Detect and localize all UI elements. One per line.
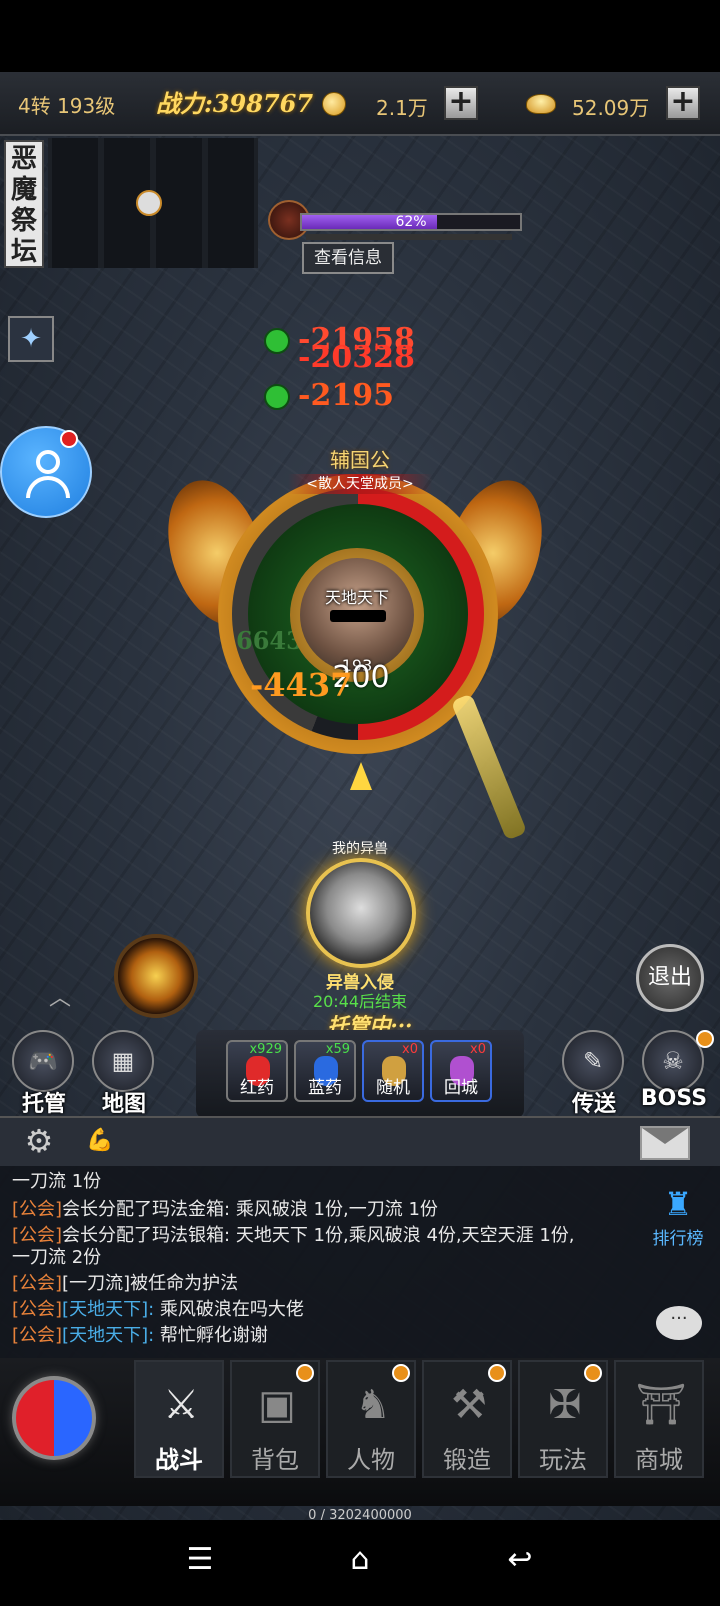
gear-icon[interactable]: ⚙	[22, 1124, 56, 1158]
tab-character[interactable]: ♞ 人物	[326, 1360, 416, 1478]
boss-button[interactable]: BOSS	[634, 1086, 714, 1111]
main-skill-button[interactable]	[114, 934, 198, 1018]
poison-skull-icon	[264, 384, 290, 410]
guild-title: <散人天堂成员>	[288, 474, 432, 494]
coin-icon	[322, 92, 346, 116]
menu-icon[interactable]: ☰	[180, 1540, 220, 1580]
player-portrait[interactable]	[300, 558, 414, 672]
random-teleport-slot[interactable]: x0 随机	[362, 1040, 424, 1102]
potion-label: 蓝药	[308, 1078, 342, 1098]
leaderboard-label: 排行榜	[652, 1229, 704, 1249]
item-label: 随机	[376, 1078, 410, 1098]
combat-power: 战力:398767	[156, 89, 314, 118]
potion-label: 红药	[240, 1078, 274, 1098]
chat-line: [公会]会长分配了玛法银箱: 天地天下 1份,乘风破浪 4份,天空天涯 1份,	[12, 1225, 575, 1246]
potion-slot-red[interactable]: x929 红药	[226, 1040, 288, 1102]
return-town-slot[interactable]: x0 回城	[430, 1040, 492, 1102]
minimap[interactable]	[48, 138, 258, 268]
chat-line: [公会][天地天下]: 帮忙孵化谢谢	[12, 1325, 268, 1346]
experience-bar: 0 / 3202400000	[308, 1508, 412, 1520]
damage-number: -4437	[250, 666, 353, 704]
direction-arrow-icon	[350, 762, 372, 790]
notification-dot	[696, 1030, 714, 1048]
backpack-icon: ▣	[258, 1382, 296, 1428]
friends-avatar-button[interactable]	[0, 426, 92, 518]
notification-dot	[392, 1364, 410, 1382]
view-info-button[interactable]: 查看信息	[302, 242, 394, 274]
add-ingots-button[interactable]: +	[666, 86, 700, 120]
crossed-swords-icon: ⚔	[163, 1382, 199, 1428]
minimap-corridor	[52, 138, 98, 268]
poison-skull-icon	[264, 328, 290, 354]
winged-sword-icon: ✠	[548, 1382, 582, 1428]
ingot-amount: 52.09万	[572, 96, 650, 120]
damage-number: -2195	[298, 378, 394, 413]
tab-shop[interactable]: ⛩ 商城	[614, 1360, 704, 1478]
strength-icon[interactable]: 💪	[78, 1124, 122, 1158]
chevron-up-icon[interactable]: ︿	[38, 980, 82, 1011]
chat-line: 一刀流 1份	[12, 1171, 102, 1192]
boss-skull-icon[interactable]: ☠	[642, 1030, 704, 1092]
chat-line: [公会][天地天下]: 乘风破浪在吗大佬	[12, 1299, 304, 1320]
minimap-player-marker	[136, 190, 162, 216]
shop-gate-icon: ⛩	[635, 1382, 687, 1428]
notification-dot	[296, 1364, 314, 1382]
minimap-corridor	[156, 138, 202, 268]
event-countdown: 20:44后结束	[312, 992, 408, 1011]
item-label: 回城	[444, 1078, 478, 1098]
notification-dot	[584, 1364, 602, 1382]
leaderboard-button[interactable]: ♜ 排行榜	[646, 1184, 710, 1249]
chat-panel[interactable]: 一刀流 1份 [公会]会长分配了玛法金箱: 乘风破浪 1份,一刀流 1份 [公会…	[0, 1166, 720, 1358]
potion-count: x929	[249, 1042, 282, 1057]
map-button[interactable]: 地图	[84, 1086, 164, 1118]
back-icon[interactable]: ↩	[500, 1540, 540, 1580]
notification-dot	[488, 1364, 506, 1382]
boss-sub-bar	[306, 234, 512, 240]
coin-amount: 2.1万	[376, 96, 428, 120]
item-count: x0	[470, 1042, 486, 1057]
tab-forge[interactable]: ⚒ 锻造	[422, 1360, 512, 1478]
chat-line: 一刀流 2份	[12, 1247, 102, 1268]
chat-line: [公会]会长分配了玛法金箱: 乘风破浪 1份,一刀流 1份	[12, 1199, 438, 1220]
ingot-icon	[526, 94, 556, 114]
tab-gameplay[interactable]: ✠ 玩法	[518, 1360, 608, 1478]
quick-skill-icon[interactable]: ✦	[8, 316, 54, 362]
chat-bubble-icon[interactable]	[656, 1306, 702, 1340]
tab-bag[interactable]: ▣ 背包	[230, 1360, 320, 1478]
anvil-icon: ⚒	[451, 1382, 487, 1428]
player-level: 4转 193级	[18, 94, 116, 118]
pet-event-button[interactable]	[306, 858, 416, 968]
map-icon[interactable]: ▦	[92, 1030, 154, 1092]
boss-hp-bar: 62%	[300, 213, 522, 231]
sunglasses	[330, 610, 386, 622]
home-icon[interactable]: ⌂	[340, 1540, 380, 1580]
top-bar: 4转 193级 战力:398767 2.1万 + 52.09万 +	[0, 72, 720, 136]
teleport-button[interactable]: 传送	[554, 1086, 634, 1118]
rank-title: 辅国公	[330, 448, 390, 472]
item-count: x0	[402, 1042, 418, 1057]
potion-slot-blue[interactable]: x59 蓝药	[294, 1040, 356, 1102]
trophy-icon: ♜	[663, 1185, 693, 1223]
auto-battle-button[interactable]: 托管	[4, 1086, 84, 1118]
boss-hp-percent: 62%	[395, 214, 427, 230]
minimap-corridor	[208, 138, 254, 268]
person-icon	[36, 450, 60, 474]
game-viewport[interactable]: 4转 193级 战力:398767 2.1万 + 52.09万 + 恶魔祭坛 ✦…	[0, 72, 720, 1520]
gamepad-icon[interactable]: 🎮	[12, 1030, 74, 1092]
mail-icon[interactable]	[640, 1126, 690, 1160]
add-coins-button[interactable]: +	[444, 86, 478, 120]
exit-button[interactable]: 退出	[636, 944, 704, 1012]
chat-line: [公会][一刀流]被任命为护法	[12, 1273, 239, 1294]
notification-dot	[60, 430, 78, 448]
potion-count: x59	[325, 1042, 350, 1057]
player-name: 天地天下	[324, 588, 389, 607]
tab-battle[interactable]: ⚔ 战斗	[134, 1360, 224, 1478]
status-bar	[0, 0, 720, 72]
map-name: 恶魔祭坛	[4, 140, 44, 268]
scroll-icon[interactable]: ✎	[562, 1030, 624, 1092]
damage-number: -20328	[298, 340, 415, 375]
helmet-icon: ♞	[355, 1382, 391, 1428]
hp-mp-orb	[12, 1376, 96, 1460]
pet-label: 我的异兽	[332, 841, 388, 857]
